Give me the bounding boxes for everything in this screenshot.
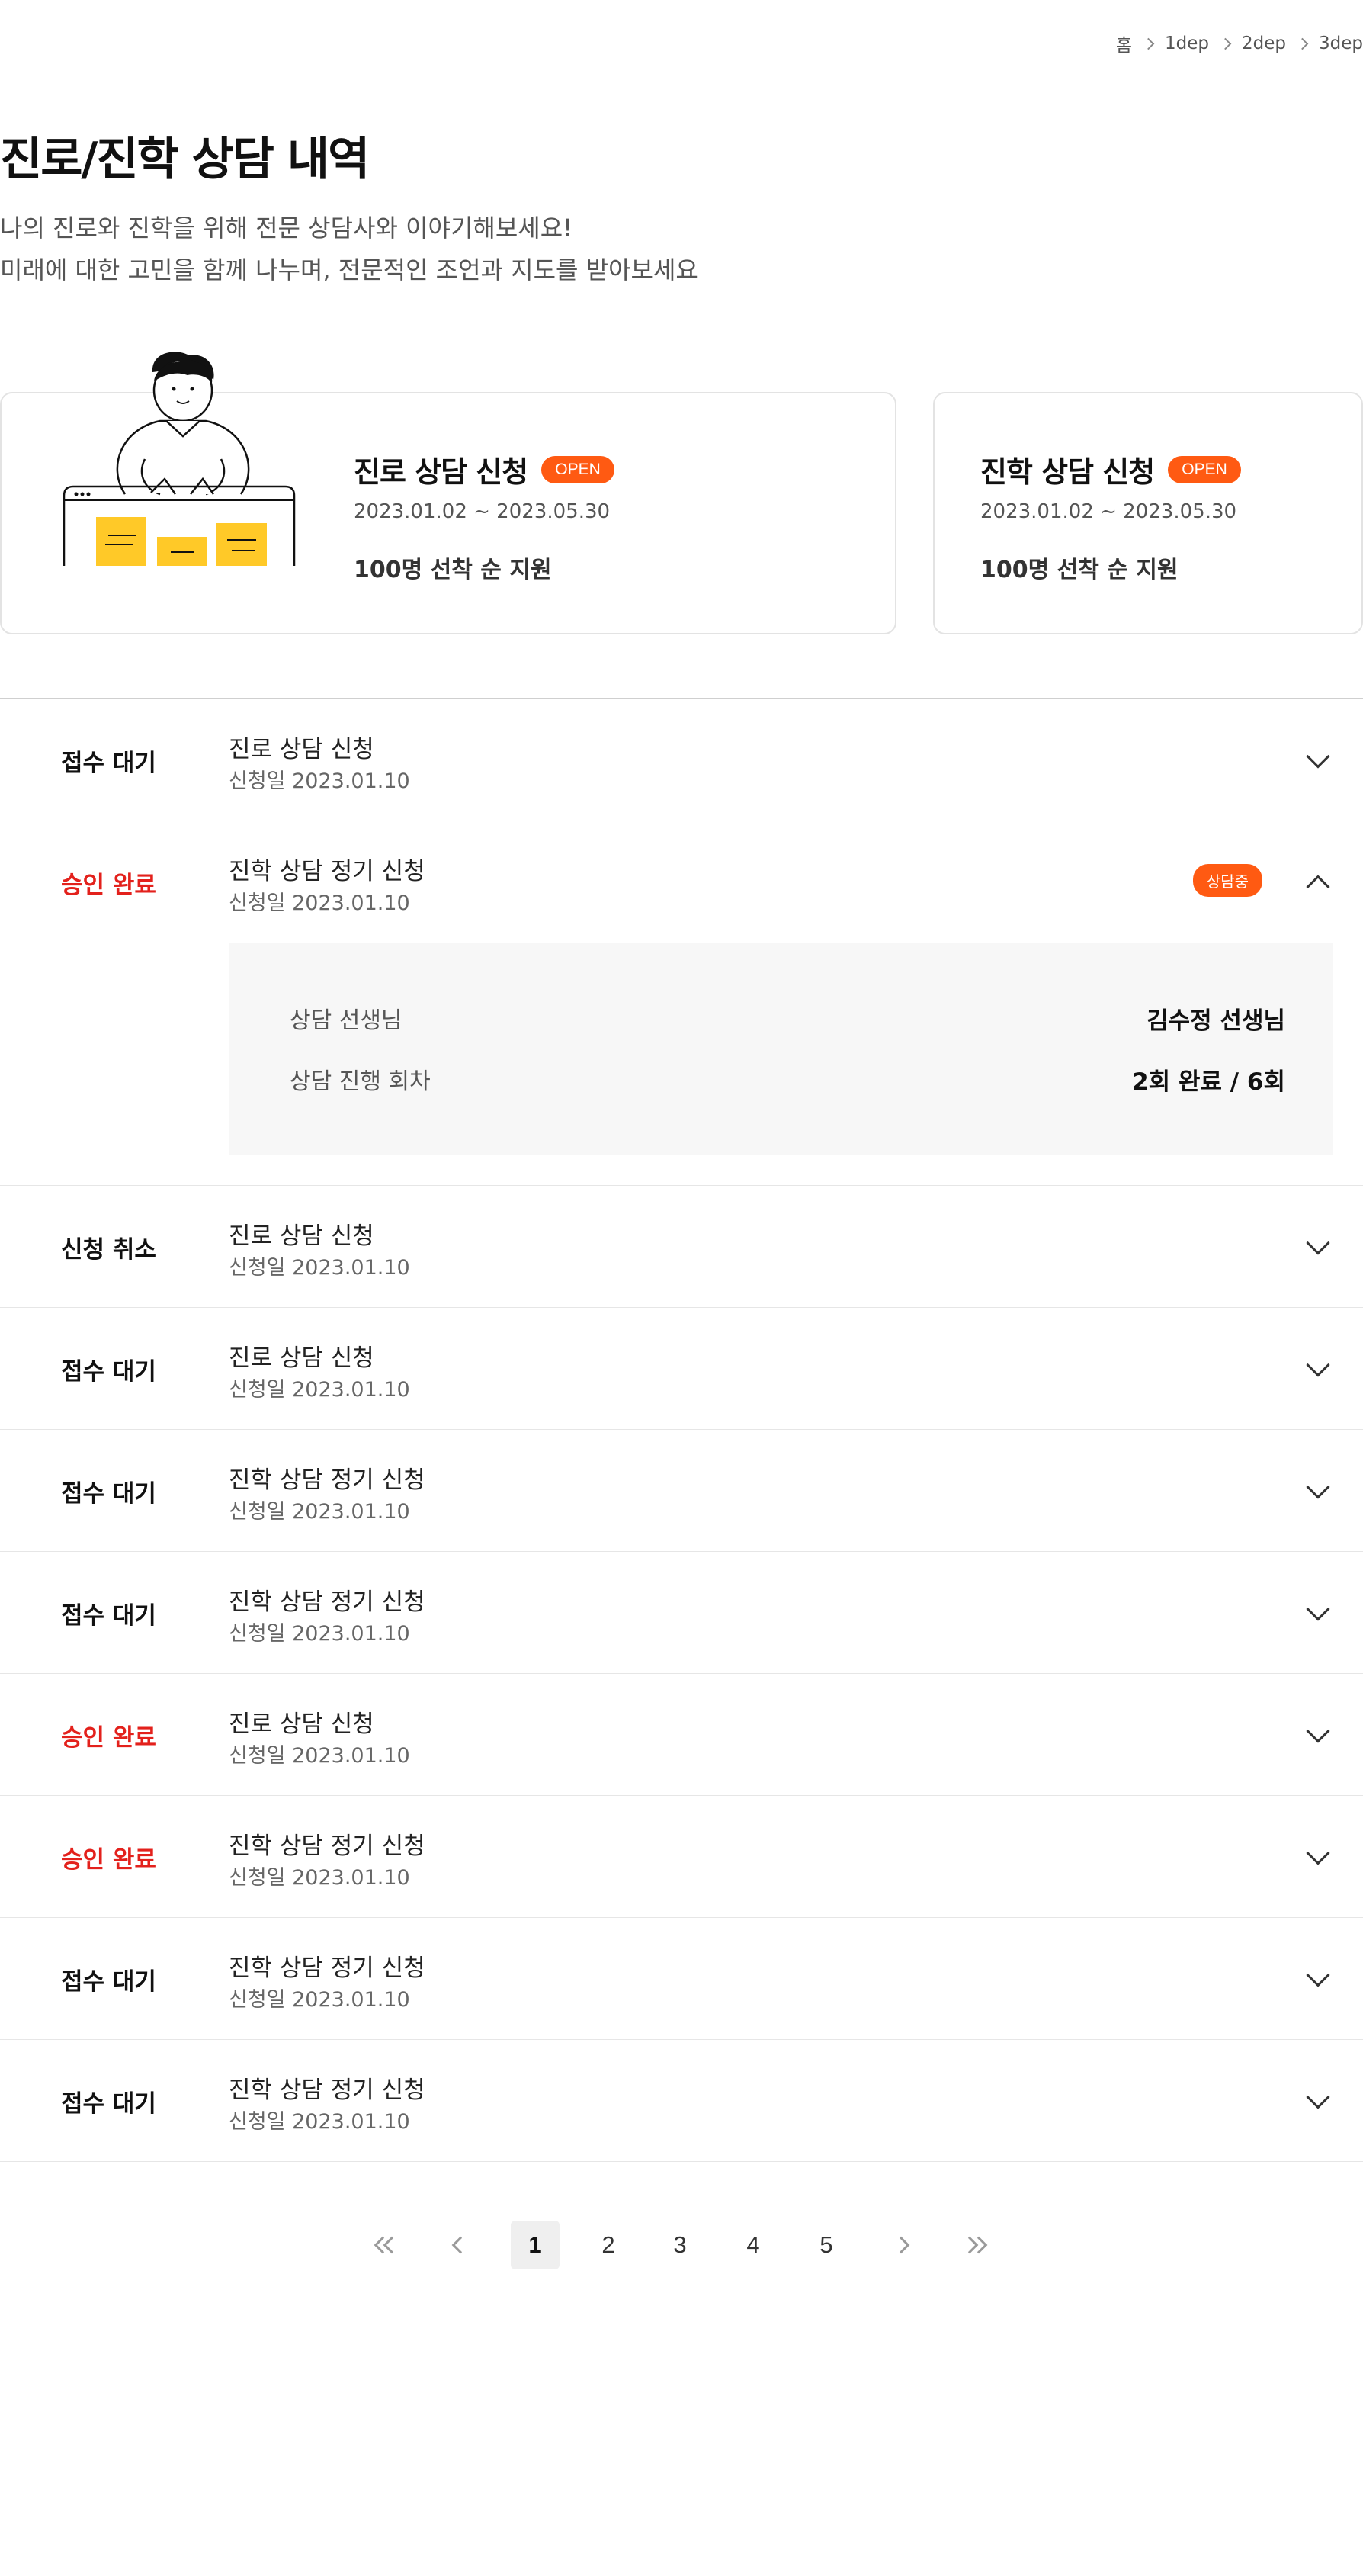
page-5-button[interactable]: 5 xyxy=(802,2221,851,2269)
item-date: 신청일 2023.01.10 xyxy=(229,1622,410,1646)
item-title: 진학 상담 정기 신청 xyxy=(229,1954,425,1982)
item-date: 신청일 2023.01.10 xyxy=(229,1866,410,1890)
status-label: 승인 완료 xyxy=(61,1845,156,1874)
item-title: 진로 상담 신청 xyxy=(229,1222,374,1250)
list-item[interactable]: 접수 대기 진학 상담 정기 신청 신청일 2023.01.10 xyxy=(0,1430,1363,1552)
card-title: 진로 상담 신청 xyxy=(354,455,528,489)
item-date: 신청일 2023.01.10 xyxy=(229,2110,410,2134)
career-counsel-card[interactable]: 진로 상담 신청 OPEN 2023.01.02 ~ 2023.05.30 10… xyxy=(0,352,896,634)
chevron-down-icon[interactable] xyxy=(1306,2085,1330,2109)
item-date: 신청일 2023.01.10 xyxy=(229,1988,410,2012)
chevron-down-icon[interactable] xyxy=(1306,1719,1330,1743)
status-label: 접수 대기 xyxy=(61,1479,156,1508)
page-3-button[interactable]: 3 xyxy=(656,2221,704,2269)
admission-counsel-card[interactable]: 진학 상담 신청 OPEN 2023.01.02 ~ 2023.05.30 10… xyxy=(933,392,1363,634)
chevron-right-icon xyxy=(1142,37,1155,50)
chevron-left-icon xyxy=(451,2236,470,2254)
item-title: 진학 상담 정기 신청 xyxy=(229,2077,425,2104)
list-item-expanded[interactable]: 승인 완료 진학 상담 정기 신청 신청일 2023.01.10 상담중 xyxy=(0,821,1363,943)
chevron-down-icon[interactable] xyxy=(1306,1353,1330,1377)
description-line-1: 나의 진로와 진학을 위해 전문 상담사와 이야기해보세요! xyxy=(0,214,572,243)
session-count-label: 상담 진행 회차 xyxy=(290,1068,431,1095)
counsel-history-list: 접수 대기 진로 상담 신청 신청일 2023.01.10 승인 완료 진학 상… xyxy=(0,698,1363,2162)
item-title: 진학 상담 정기 신청 xyxy=(229,858,425,885)
list-item[interactable]: 접수 대기 진로 상담 신청 신청일 2023.01.10 xyxy=(0,699,1363,821)
first-page-button[interactable] xyxy=(363,2221,412,2269)
status-label: 접수 대기 xyxy=(61,2089,156,2118)
breadcrumb-home[interactable]: 홈 xyxy=(1116,31,1132,56)
item-title: 진로 상담 신청 xyxy=(229,1344,374,1372)
status-label: 승인 완료 xyxy=(61,871,156,899)
detail-box: 상담 선생님 김수정 선생님 상담 진행 회차 2회 완료 / 6회 xyxy=(229,943,1333,1155)
chevron-right-icon xyxy=(1296,37,1309,50)
list-item[interactable]: 접수 대기 진로 상담 신청 신청일 2023.01.10 xyxy=(0,1308,1363,1430)
chevron-down-icon[interactable] xyxy=(1306,1475,1330,1499)
list-item[interactable]: 승인 완료 진학 상담 정기 신청 신청일 2023.01.10 xyxy=(0,1796,1363,1918)
chevron-down-icon[interactable] xyxy=(1306,1841,1330,1865)
teacher-value: 김수정 선생님 xyxy=(1147,1007,1285,1035)
double-chevron-right-icon xyxy=(961,2236,988,2254)
status-label: 승인 완료 xyxy=(61,1723,156,1752)
list-item[interactable]: 접수 대기 진학 상담 정기 신청 신청일 2023.01.10 xyxy=(0,2040,1363,2162)
status-label: 접수 대기 xyxy=(61,1357,156,1386)
item-date: 신청일 2023.01.10 xyxy=(229,1500,410,1524)
card-title-row: 진로 상담 신청 OPEN xyxy=(354,448,614,490)
next-page-button[interactable] xyxy=(877,2221,925,2269)
item-title: 진학 상담 정기 신청 xyxy=(229,1588,425,1616)
item-date: 신청일 2023.01.10 xyxy=(229,891,410,915)
list-item[interactable]: 접수 대기 진학 상담 정기 신청 신청일 2023.01.10 xyxy=(0,1918,1363,2040)
double-chevron-left-icon xyxy=(374,2236,401,2254)
item-title: 진학 상담 정기 신청 xyxy=(229,1832,425,1860)
counselor-illustration xyxy=(63,352,296,566)
item-date: 신청일 2023.01.10 xyxy=(229,769,410,793)
teacher-label: 상담 선생님 xyxy=(290,1007,402,1034)
item-title: 진로 상담 신청 xyxy=(229,736,374,763)
card-period: 2023.01.02 ~ 2023.05.30 xyxy=(980,500,1237,523)
chevron-right-icon xyxy=(892,2236,910,2254)
page-title: 진로/진학 상담 내역 xyxy=(0,133,370,186)
breadcrumb-1dep[interactable]: 1dep xyxy=(1165,34,1209,53)
breadcrumb: 홈 1dep 2dep 3dep xyxy=(1116,31,1363,56)
item-title: 진학 상담 정기 신청 xyxy=(229,1466,425,1494)
item-date: 신청일 2023.01.10 xyxy=(229,1744,410,1768)
session-count-value: 2회 완료 / 6회 xyxy=(1132,1068,1285,1096)
card-limit: 100명 선착 순 지원 xyxy=(980,557,1179,583)
list-item[interactable]: 신청 취소 진로 상담 신청 신청일 2023.01.10 xyxy=(0,1186,1363,1308)
page-description: 나의 진로와 진학을 위해 전문 상담사와 이야기해보세요! 미래에 대한 고민… xyxy=(0,207,698,291)
chevron-down-icon[interactable] xyxy=(1306,744,1330,769)
open-badge: OPEN xyxy=(541,455,614,483)
status-label: 접수 대기 xyxy=(61,1967,156,1996)
status-label: 접수 대기 xyxy=(61,1601,156,1630)
prev-page-button[interactable] xyxy=(436,2221,485,2269)
status-label: 신청 취소 xyxy=(61,1235,156,1264)
card-period: 2023.01.02 ~ 2023.05.30 xyxy=(354,500,611,523)
status-badge: 상담중 xyxy=(1192,864,1262,897)
item-date: 신청일 2023.01.10 xyxy=(229,1256,410,1280)
page-4-button[interactable]: 4 xyxy=(729,2221,778,2269)
chevron-down-icon[interactable] xyxy=(1306,1963,1330,1987)
card-limit: 100명 선착 순 지원 xyxy=(354,557,552,583)
list-item[interactable]: 승인 완료 진로 상담 신청 신청일 2023.01.10 xyxy=(0,1674,1363,1796)
breadcrumb-2dep[interactable]: 2dep xyxy=(1242,34,1286,53)
card-title: 진학 상담 신청 xyxy=(980,455,1155,489)
item-date: 신청일 2023.01.10 xyxy=(229,1378,410,1402)
description-line-2: 미래에 대한 고민을 함께 나누며, 전문적인 조언과 지도를 받아보세요 xyxy=(0,255,698,284)
chevron-down-icon[interactable] xyxy=(1306,1597,1330,1621)
status-label: 접수 대기 xyxy=(61,749,156,777)
pagination: 1 2 3 4 5 xyxy=(0,2221,1363,2271)
breadcrumb-3dep[interactable]: 3dep xyxy=(1319,34,1363,53)
last-page-button[interactable] xyxy=(950,2221,999,2269)
chevron-down-icon[interactable] xyxy=(1306,1231,1330,1255)
list-item[interactable]: 접수 대기 진학 상담 정기 신청 신청일 2023.01.10 xyxy=(0,1552,1363,1674)
chevron-right-icon xyxy=(1219,37,1232,50)
chevron-up-icon[interactable] xyxy=(1306,875,1330,899)
page-1-button[interactable]: 1 xyxy=(511,2221,560,2269)
item-title: 진로 상담 신청 xyxy=(229,1710,374,1738)
page-2-button[interactable]: 2 xyxy=(584,2221,633,2269)
item-detail-panel: 상담 선생님 김수정 선생님 상담 진행 회차 2회 완료 / 6회 xyxy=(0,943,1363,1186)
open-badge: OPEN xyxy=(1168,455,1241,483)
card-title-row: 진학 상담 신청 OPEN xyxy=(980,448,1241,490)
